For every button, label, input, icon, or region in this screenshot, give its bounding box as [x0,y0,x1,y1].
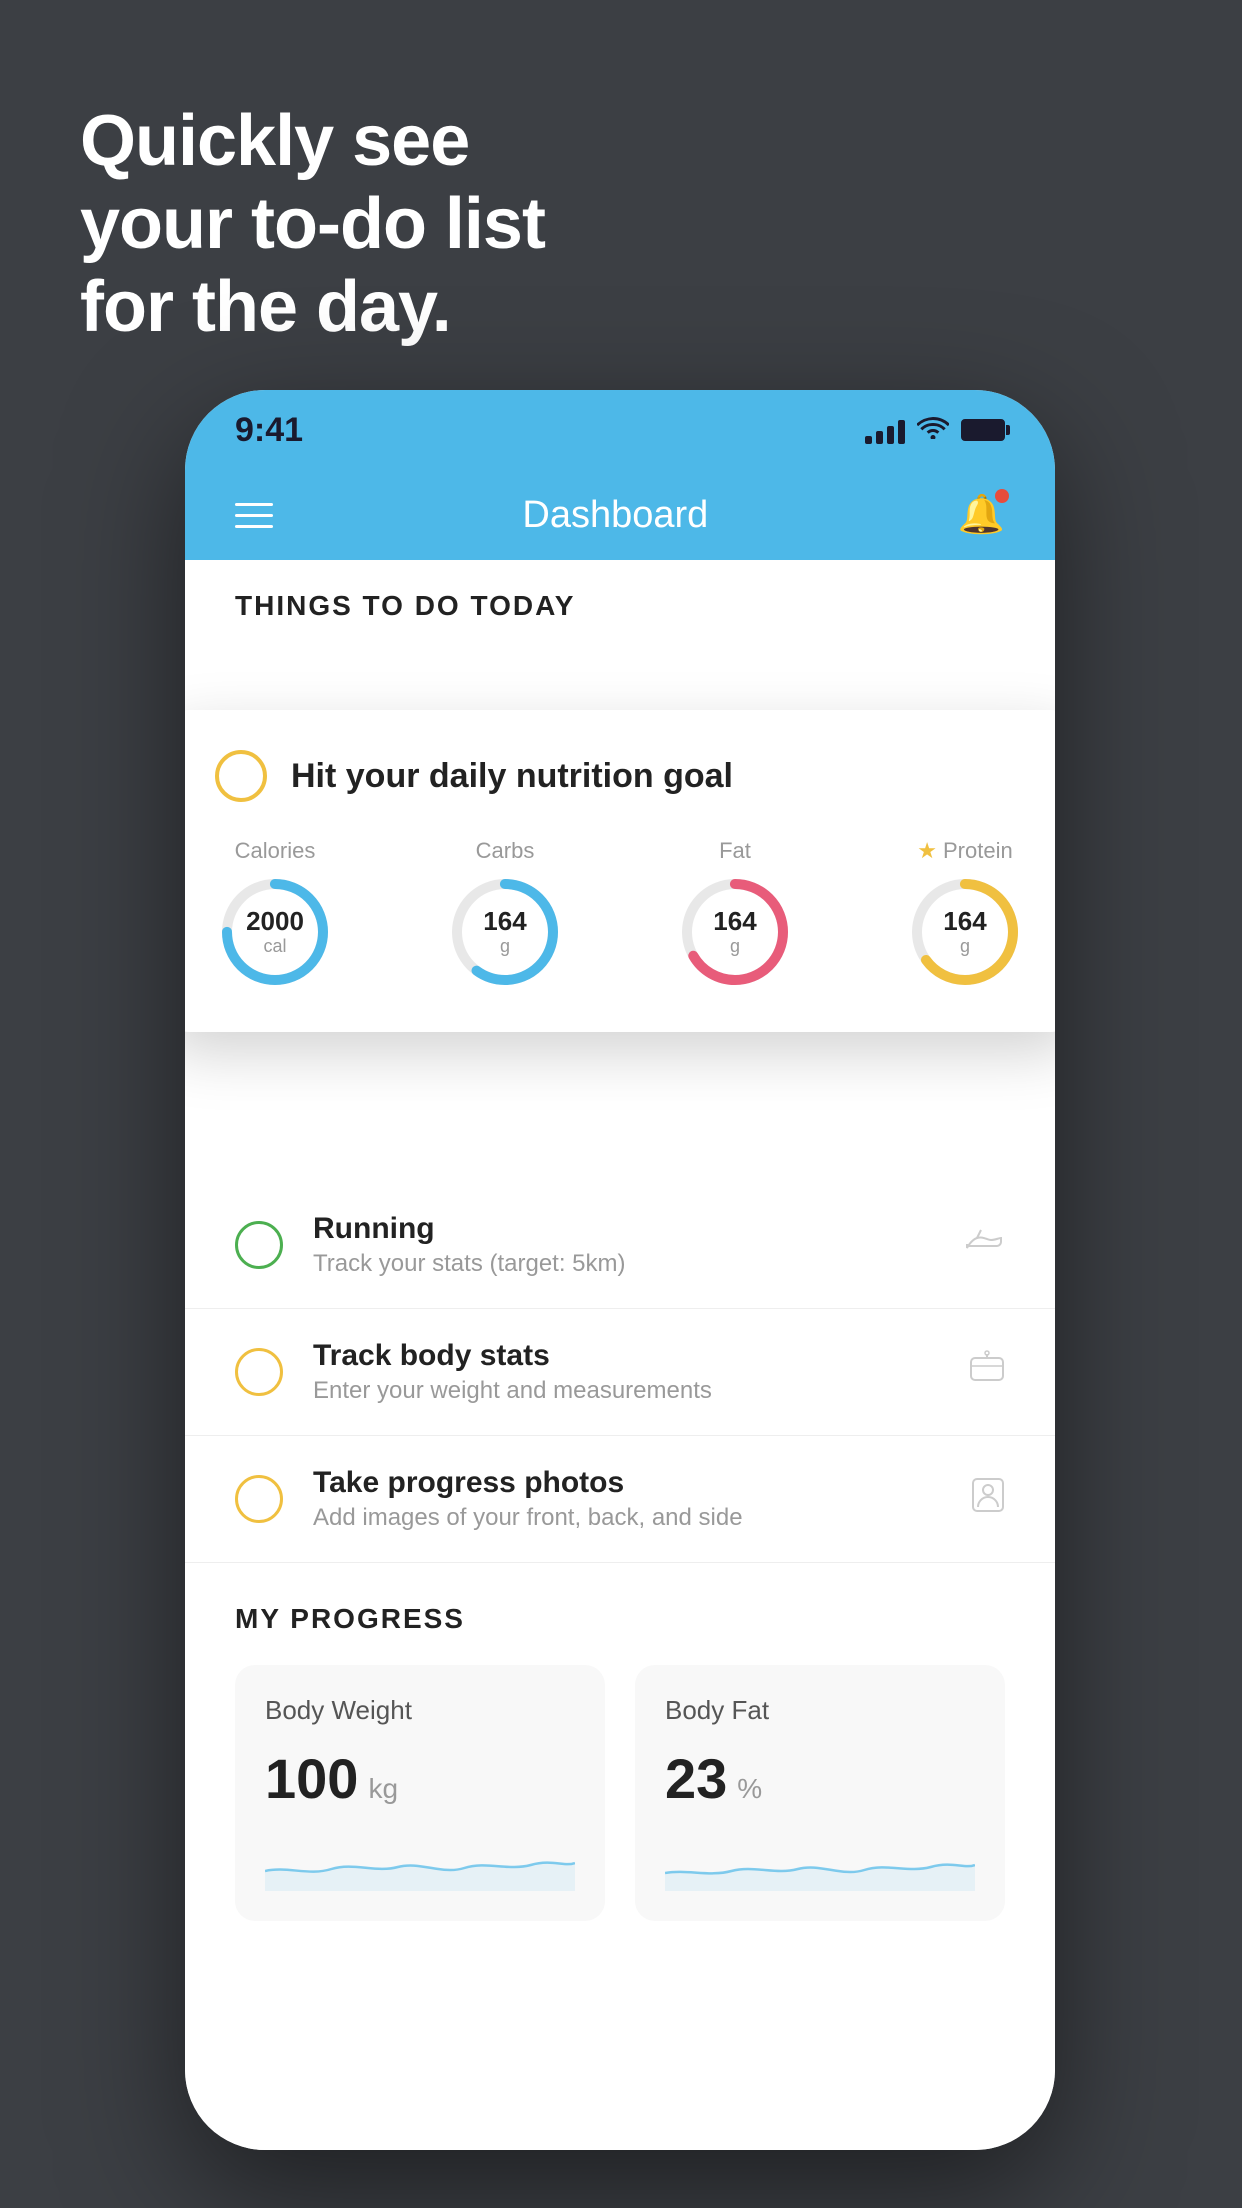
protein-donut: 164 g [905,872,1025,992]
status-time: 9:41 [235,411,303,450]
shoe-icon [965,1226,1005,1265]
notification-badge [995,489,1009,503]
photos-subtitle: Add images of your front, back, and side [313,1504,941,1532]
fat-value: 164 [713,907,756,936]
body-weight-card: Body Weight 100 kg [235,1665,605,1921]
carbs-stat: Carbs 164 g [445,838,565,992]
progress-cards: Body Weight 100 kg [235,1665,1005,1921]
body-weight-value: 100 [265,1746,358,1811]
nutrition-card-title: Hit your daily nutrition goal [291,757,733,796]
calories-donut: 2000 cal [215,872,335,992]
nutrition-check-circle[interactable] [215,750,267,802]
photos-title: Take progress photos [313,1466,941,1500]
body-fat-title: Body Fat [665,1695,975,1726]
nutrition-card: Hit your daily nutrition goal Calories 2… [185,710,1055,1032]
nav-bar: Dashboard 🔔 [185,470,1055,560]
battery-icon [961,419,1005,441]
calories-value: 2000 [246,907,304,936]
star-icon: ★ [917,838,937,864]
body-weight-unit: kg [368,1773,398,1805]
protein-stat: ★ Protein 164 g [905,838,1025,992]
carbs-donut: 164 g [445,872,565,992]
headline-line2: your to-do list [80,184,545,264]
status-icons [865,414,1005,446]
todo-item-photos[interactable]: Take progress photos Add images of your … [185,1436,1055,1563]
calories-label: Calories [235,838,316,864]
carbs-value: 164 [483,907,526,936]
things-header: THINGS TO DO TODAY [185,560,1055,622]
fat-donut: 164 g [675,872,795,992]
todo-item-running[interactable]: Running Track your stats (target: 5km) [185,1182,1055,1309]
progress-header: MY PROGRESS [235,1603,1005,1635]
body-weight-title: Body Weight [265,1695,575,1726]
photos-check [235,1475,283,1523]
calories-stat: Calories 2000 cal [215,838,335,992]
fat-label: Fat [719,838,751,864]
phone-frame: 9:41 Dashboard 🔔 THIN [185,390,1055,2150]
todo-item-body-stats[interactable]: Track body stats Enter your weight and m… [185,1309,1055,1436]
running-check [235,1221,283,1269]
body-stats-title: Track body stats [313,1339,939,1373]
phone-content: THINGS TO DO TODAY Hit your daily nutrit… [185,560,1055,2150]
headline-line3: for the day. [80,267,451,347]
body-stats-check [235,1348,283,1396]
body-fat-chart [665,1831,975,1891]
running-title: Running [313,1212,935,1246]
nav-title: Dashboard [522,494,708,537]
protein-label: ★ Protein [917,838,1012,864]
body-weight-chart [265,1831,575,1891]
status-bar: 9:41 [185,390,1055,470]
menu-button[interactable] [235,503,273,528]
running-subtitle: Track your stats (target: 5km) [313,1250,935,1278]
headline-line1: Quickly see [80,101,469,181]
nutrition-stats: Calories 2000 cal Carbs [215,838,1025,992]
protein-value: 164 [943,907,986,936]
scale-icon [969,1350,1005,1395]
signal-icon [865,416,905,444]
todo-list: Running Track your stats (target: 5km) T… [185,1182,1055,1951]
notification-button[interactable]: 🔔 [958,493,1005,537]
body-stats-subtitle: Enter your weight and measurements [313,1377,939,1405]
body-fat-unit: % [737,1773,762,1805]
carbs-label: Carbs [476,838,535,864]
person-icon [971,1477,1005,1522]
progress-section: MY PROGRESS Body Weight 100 kg [185,1563,1055,1951]
body-fat-value: 23 [665,1746,727,1811]
headline: Quickly see your to-do list for the day. [80,100,545,348]
fat-stat: Fat 164 g [675,838,795,992]
wifi-icon [917,414,949,446]
body-fat-card: Body Fat 23 % [635,1665,1005,1921]
